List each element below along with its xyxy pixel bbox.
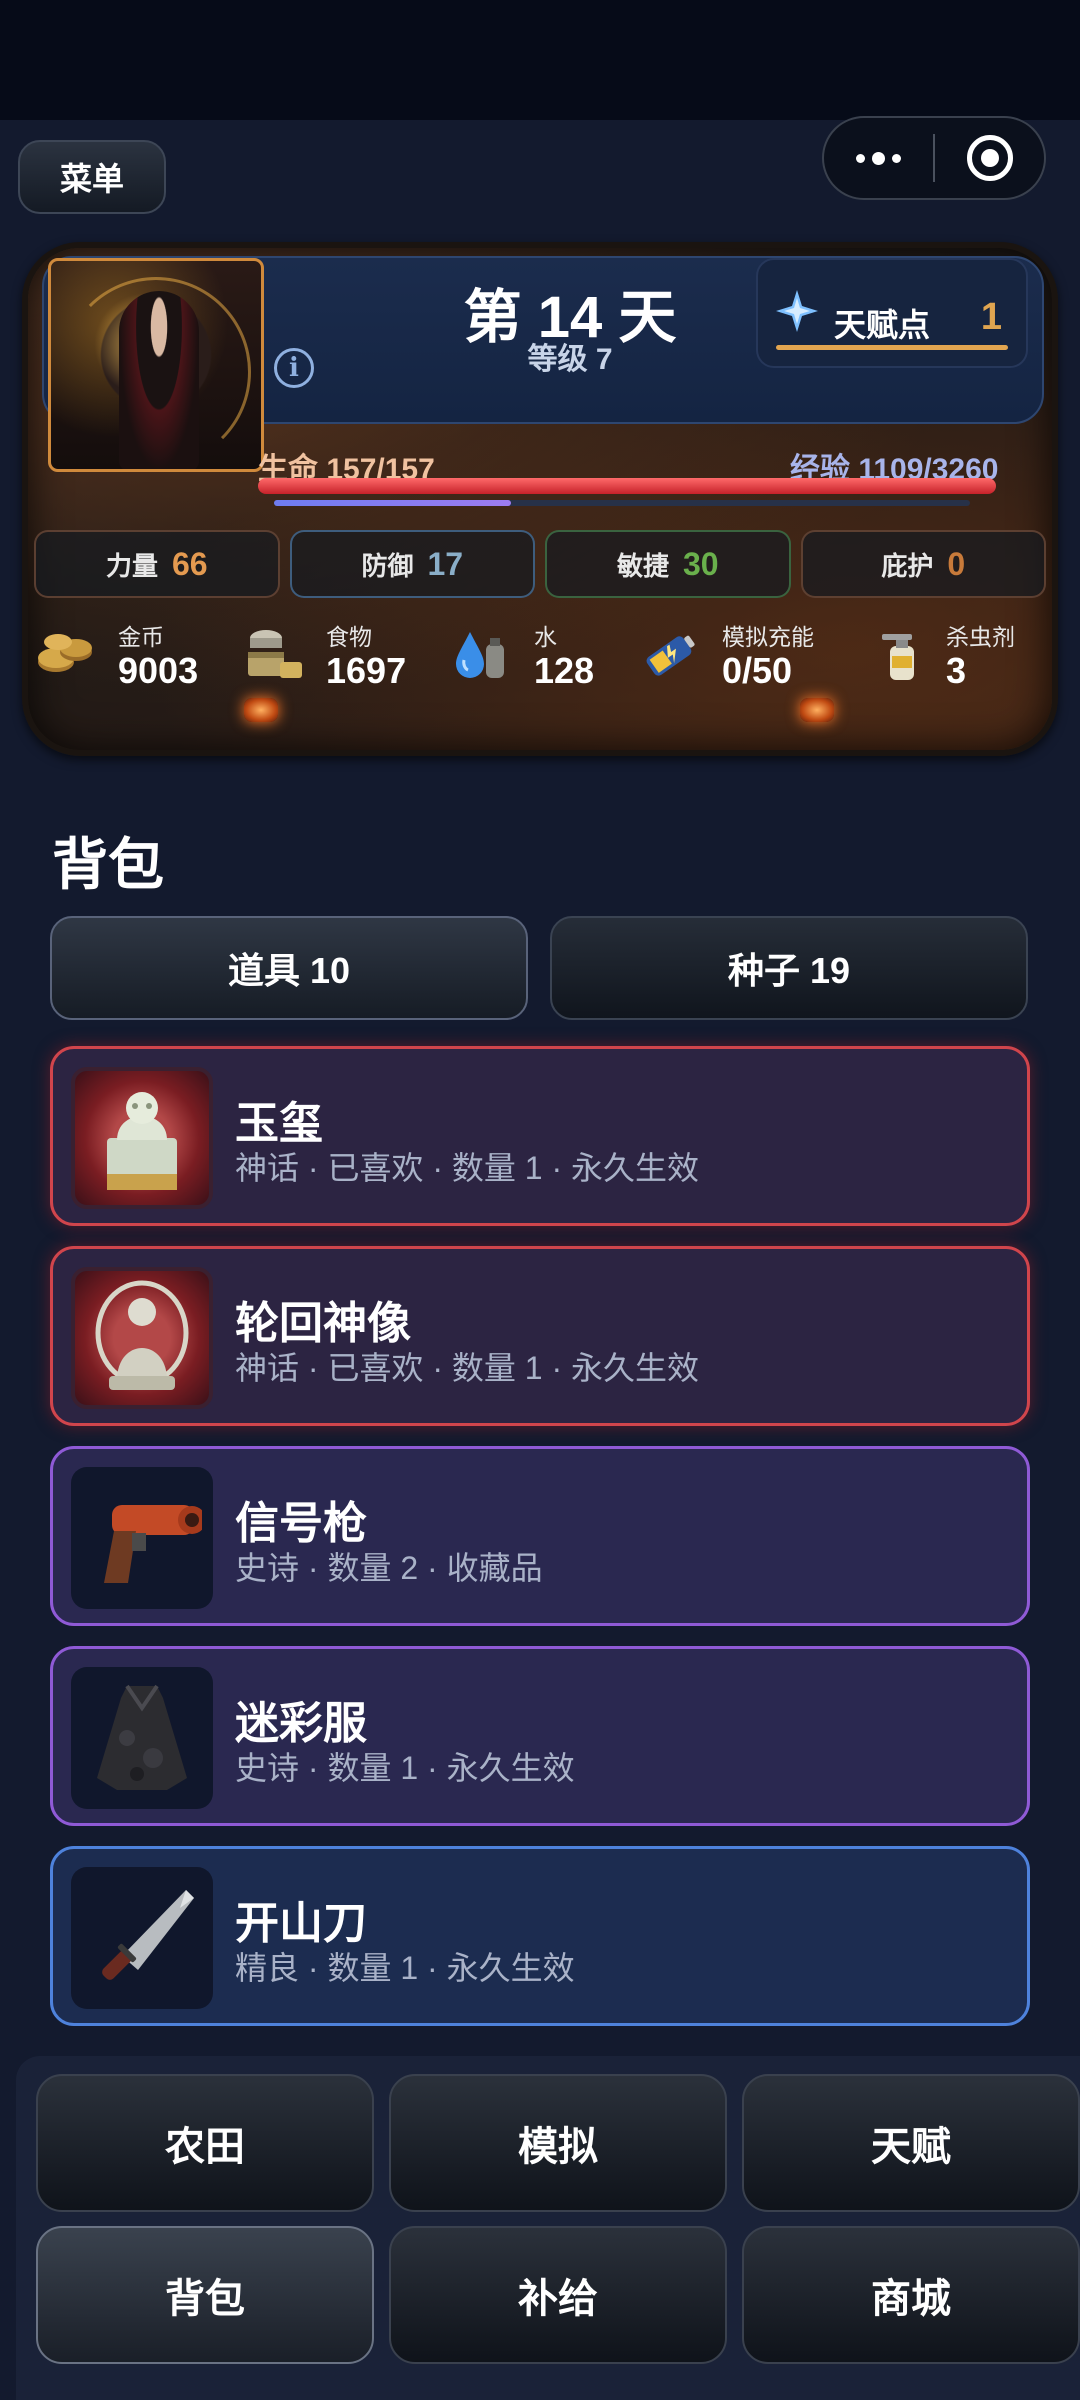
- inventory-item[interactable]: 迷彩服 史诗 · 数量 1 · 永久生效: [50, 1646, 1030, 1826]
- xp-bar-fill: [274, 500, 511, 506]
- resource-name: 水: [534, 624, 557, 650]
- mini-program-capsule: [822, 116, 1046, 200]
- stat-name: 庇护: [881, 550, 934, 581]
- water-icon: [456, 632, 504, 678]
- inventory-item[interactable]: 轮回神像 神话 · 已喜欢 · 数量 1 · 永久生效: [50, 1246, 1030, 1426]
- nav-simulate-button[interactable]: 模拟: [389, 2074, 727, 2212]
- food-icon: [248, 630, 302, 678]
- status-bar: [0, 0, 1080, 120]
- deity-statue-icon: [95, 1280, 189, 1390]
- resource-food: 食物 1697: [244, 614, 424, 694]
- close-target-icon[interactable]: [935, 135, 1044, 181]
- resource-sim-charge: 模拟充能 0/50: [640, 614, 850, 694]
- inventory-item[interactable]: 开山刀 精良 · 数量 1 · 永久生效: [50, 1846, 1030, 2026]
- battery-icon: [646, 635, 695, 676]
- talent-points-box[interactable]: 天赋点 1: [756, 258, 1028, 368]
- item-name: 开山刀: [235, 1899, 367, 1948]
- stat-defense: 防御 17: [289, 530, 535, 598]
- stat-value: 17: [427, 545, 464, 582]
- item-thumbnail: [71, 1267, 213, 1409]
- level-label: 等级 7: [527, 343, 613, 376]
- talent-points-label: 天赋点: [834, 307, 931, 343]
- resource-name: 杀虫剂: [946, 624, 1015, 650]
- item-thumbnail: [71, 1067, 213, 1209]
- resource-water: 水 128: [452, 614, 612, 694]
- inventory-title: 背包: [52, 833, 164, 896]
- resource-value: 128: [534, 650, 595, 691]
- nav-farm-button[interactable]: 农田: [36, 2074, 374, 2212]
- stat-shelter: 庇护 0: [800, 530, 1046, 598]
- talent-points-value: 1: [980, 296, 1002, 338]
- item-thumbnail: [71, 1467, 213, 1609]
- hp-bar: [258, 478, 996, 494]
- stats-row: 力量 66 防御 17 敏捷 30 庇护 0: [34, 530, 1046, 598]
- stat-value: 66: [171, 545, 208, 582]
- resource-value: 9003: [118, 650, 199, 691]
- stat-agility: 敏捷 30: [545, 530, 791, 598]
- item-meta: 精良 · 数量 1 · 永久生效: [235, 1950, 575, 1986]
- resource-name: 食物: [326, 624, 372, 650]
- nav-talent-button[interactable]: 天赋: [742, 2074, 1080, 2212]
- spray-icon: [882, 634, 914, 680]
- resource-value: 0/50: [722, 650, 793, 691]
- stat-value: 30: [682, 545, 719, 582]
- resource-name: 模拟充能: [722, 624, 814, 650]
- tab-items[interactable]: 道具 10: [50, 916, 528, 1020]
- item-meta: 史诗 · 数量 1 · 永久生效: [235, 1750, 575, 1786]
- camo-cloak-icon: [97, 1684, 187, 1790]
- resource-value: 3: [946, 650, 967, 691]
- panel-lamp: [244, 698, 278, 722]
- resource-coins: 金币 9003: [36, 614, 216, 694]
- stat-name: 防御: [361, 550, 414, 581]
- panel-lamp: [800, 698, 834, 722]
- crystal-star-icon: [776, 290, 818, 332]
- item-name: 迷彩服: [235, 1699, 367, 1748]
- xp-bar: [274, 500, 970, 506]
- info-icon[interactable]: i: [274, 348, 314, 388]
- resource-name: 金币: [118, 624, 164, 650]
- item-thumbnail: [71, 1867, 213, 2009]
- nav-shop-button[interactable]: 商城: [742, 2226, 1080, 2364]
- talent-underline: [776, 345, 1008, 350]
- tab-seeds[interactable]: 种子 19: [550, 916, 1028, 1020]
- coins-icon: [38, 634, 92, 672]
- nav-backpack-button[interactable]: 背包: [36, 2226, 374, 2364]
- item-name: 玉玺: [235, 1099, 323, 1148]
- menu-button[interactable]: 菜单: [18, 140, 166, 214]
- inventory-item[interactable]: 信号枪 史诗 · 数量 2 · 收藏品: [50, 1446, 1030, 1626]
- resource-value: 1697: [326, 650, 407, 691]
- item-meta: 神话 · 已喜欢 · 数量 1 · 永久生效: [235, 1150, 700, 1186]
- stat-name: 敏捷: [616, 550, 669, 581]
- resource-pesticide: 杀虫剂 3: [874, 614, 1034, 694]
- item-name: 信号枪: [235, 1499, 367, 1548]
- stat-value: 0: [947, 545, 966, 582]
- jade-seal-icon: [107, 1092, 177, 1190]
- nav-supply-button[interactable]: 补给: [389, 2226, 727, 2364]
- item-thumbnail: [71, 1667, 213, 1809]
- flare-gun-icon: [104, 1505, 202, 1583]
- stat-strength: 力量 66: [34, 530, 280, 598]
- more-options-icon[interactable]: [824, 151, 933, 165]
- inventory-item[interactable]: 玉玺 神话 · 已喜欢 · 数量 1 · 永久生效: [50, 1046, 1030, 1226]
- avatar[interactable]: [48, 258, 264, 472]
- item-meta: 神话 · 已喜欢 · 数量 1 · 永久生效: [235, 1350, 700, 1386]
- item-name: 轮回神像: [235, 1299, 411, 1348]
- item-meta: 史诗 · 数量 2 · 收藏品: [235, 1550, 543, 1586]
- machete-icon: [102, 1890, 194, 1980]
- stat-name: 力量: [105, 550, 158, 581]
